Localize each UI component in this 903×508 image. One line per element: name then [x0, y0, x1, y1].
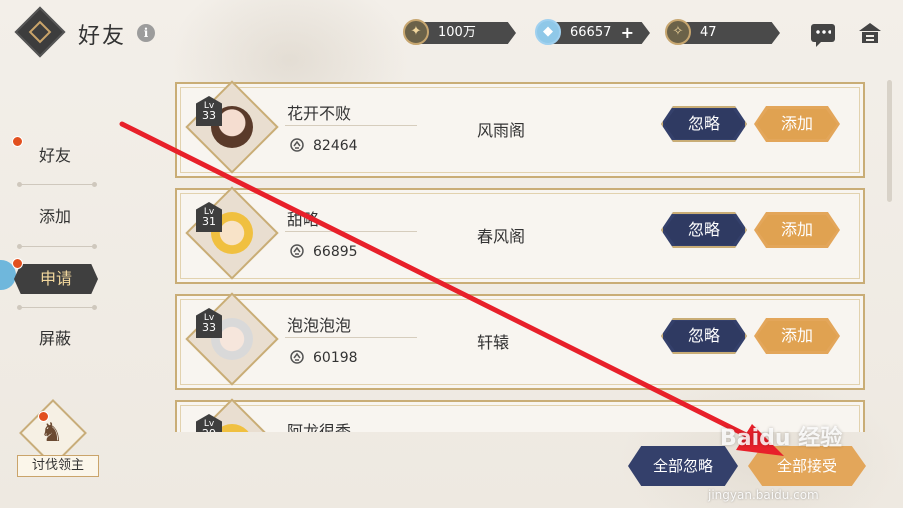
add-button[interactable]: 添加 — [754, 318, 840, 354]
ignore-button[interactable]: 忽略 — [661, 212, 747, 248]
boss-badge — [38, 411, 49, 422]
nav-divider — [17, 305, 97, 310]
chat-icon[interactable] — [811, 24, 835, 47]
add-diamond-icon[interactable]: + — [621, 22, 634, 44]
guild-name: 轩辕 — [477, 333, 510, 352]
back-icon — [28, 20, 52, 44]
stamina-currency: 47 — [676, 22, 780, 44]
nav-item-friends[interactable]: 好友 — [14, 141, 96, 171]
top-bar: 好友 i 100万 ✦ 66657 + ◆ 47 ✧ — [0, 0, 903, 66]
add-button[interactable]: 添加 — [754, 106, 840, 142]
guild-name: 风雨阁 — [477, 121, 526, 140]
info-icon[interactable]: i — [137, 24, 155, 42]
nav-item-requests[interactable]: 申请 — [14, 264, 98, 294]
add-button[interactable]: 添加 — [754, 212, 840, 248]
page-title: 好友 — [78, 24, 127, 49]
ignore-button[interactable]: 忽略 — [661, 106, 747, 142]
guild-name: 春风阁 — [477, 227, 526, 246]
player-name: 泡泡泡泡 — [287, 316, 352, 335]
diamond-value: 66657 — [570, 25, 612, 40]
avatar — [185, 80, 279, 174]
ignore-button[interactable]: 忽略 — [661, 318, 747, 354]
power-icon — [290, 350, 304, 364]
power-value: 66895 — [313, 244, 358, 260]
nav-divider — [17, 244, 97, 249]
player-name: 花开不败 — [287, 104, 352, 123]
request-list[interactable]: Lv 33 花开不败 82464 风雨阁 忽略 添加 Lv 31 甜略 66895 … — [170, 76, 876, 432]
requests-badge — [12, 258, 23, 269]
avatar — [185, 186, 279, 280]
diamond-icon: ◆ — [535, 19, 561, 45]
player-name: 甜略 — [287, 210, 320, 229]
gold-value: 100万 — [438, 25, 476, 40]
ignore-all-button[interactable]: 全部忽略 — [628, 446, 738, 486]
list-item: Lv 33 泡泡泡泡 60198 轩辕 忽略 添加 — [175, 292, 865, 390]
back-button[interactable] — [14, 6, 66, 58]
watermark-url: jingyan.baidu.com — [708, 488, 819, 502]
power-icon — [290, 244, 304, 258]
stamina-value: 47 — [700, 25, 717, 40]
nav-item-blocked[interactable]: 屏蔽 — [14, 324, 96, 354]
power-value: 82464 — [313, 138, 358, 154]
gold-coin-icon: ✦ — [403, 19, 429, 45]
power-icon — [290, 138, 304, 152]
list-item: Lv 33 花开不败 82464 风雨阁 忽略 添加 — [175, 80, 865, 178]
power-value: 60198 — [313, 350, 358, 366]
player-name: 阿龙很秀 — [287, 422, 352, 432]
nav-divider — [17, 182, 97, 187]
list-item: Lv 31 甜略 66895 春风阁 忽略 添加 — [175, 186, 865, 284]
boss-label[interactable]: 讨伐领主 — [17, 455, 99, 477]
avatar — [185, 292, 279, 386]
watermark-logo: Baidu 经验 — [720, 426, 843, 451]
nav-item-add[interactable]: 添加 — [14, 202, 96, 232]
gold-currency: 100万 — [414, 22, 516, 44]
diamond-currency[interactable]: 66657 + — [546, 22, 650, 44]
list-scrollbar[interactable] — [887, 80, 892, 202]
dragon-icon: ♞ — [40, 418, 64, 448]
home-icon[interactable] — [858, 22, 882, 44]
stamina-icon: ✧ — [665, 19, 691, 45]
accept-all-button[interactable]: 全部接受 — [748, 446, 866, 486]
